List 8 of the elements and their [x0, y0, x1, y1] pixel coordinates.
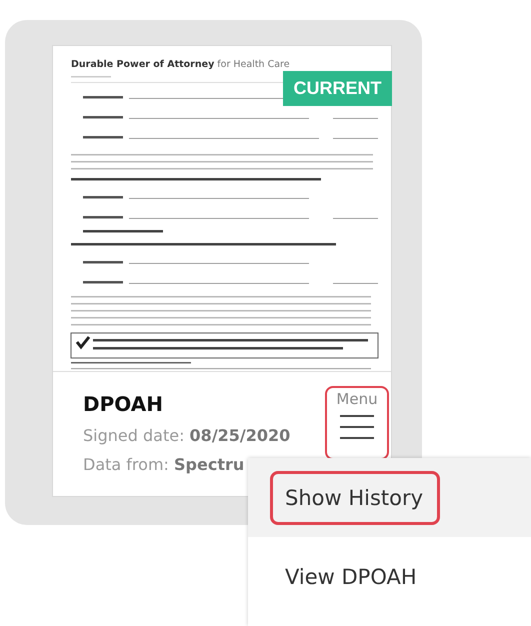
signed-date: Signed date: 08/25/2020: [83, 426, 290, 445]
menu-item[interactable]: View DPOAH: [270, 550, 434, 604]
status-badge: CURRENT: [283, 71, 392, 106]
data-source: Data from: Spectru: [83, 455, 246, 474]
document-name: DPOAH: [83, 392, 164, 416]
menu-button[interactable]: Menu: [325, 386, 389, 460]
menu-item[interactable]: Show History: [270, 470, 440, 524]
document-title: Durable Power of Attorney for Health Care: [71, 59, 290, 70]
